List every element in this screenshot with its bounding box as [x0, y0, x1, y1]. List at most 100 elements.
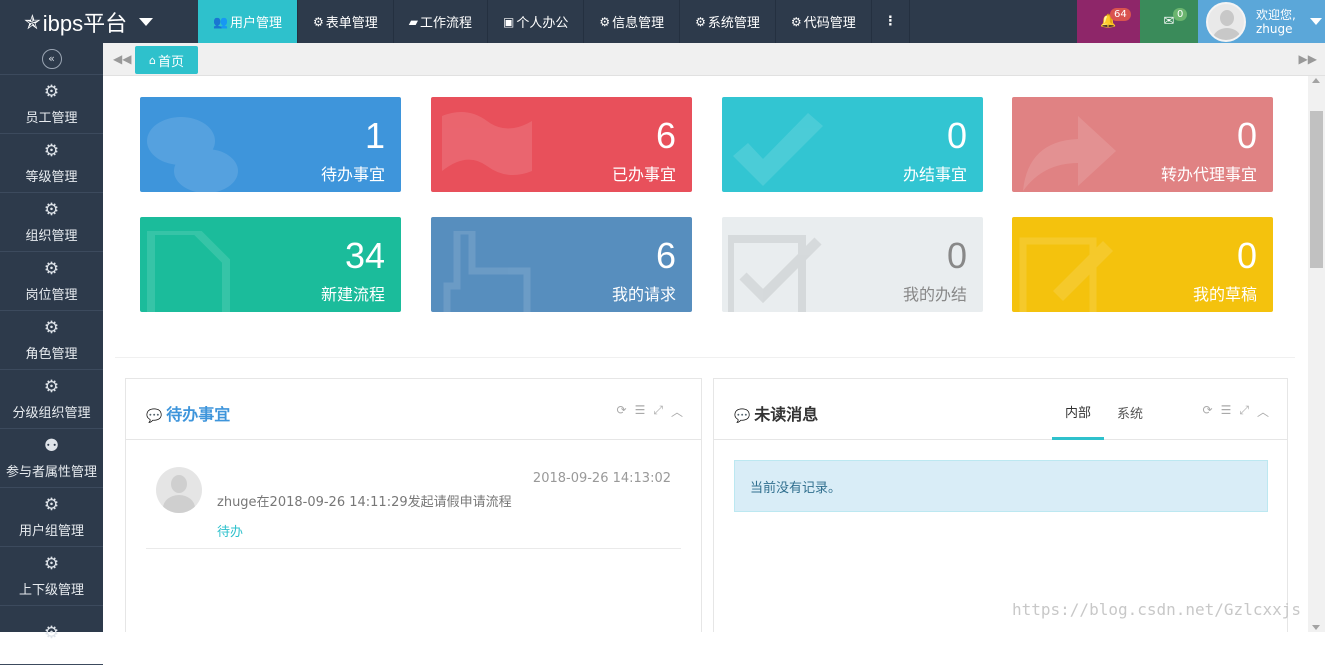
watermark: https://blog.csdn.net/Gzlcxxjs	[1012, 600, 1301, 619]
stat-card-drafts[interactable]: 0 我的草稿	[1012, 217, 1273, 312]
star-logo-icon: ✯	[24, 9, 41, 34]
stat-card-transfer[interactable]: 0 转办代理事宜	[1012, 97, 1273, 192]
sidebar-item-participant-attr[interactable]: ⚉ 参与者属性管理	[0, 429, 103, 488]
todo-time: 2018-09-26 14:13:02	[532, 471, 671, 486]
stat-value: 6	[655, 115, 676, 156]
nav-personal-office[interactable]: ▣ 个人办公	[488, 0, 585, 43]
nav-form-management[interactable]: ⚙ 表单管理	[298, 0, 394, 43]
todo-panel-title: 💬 待办事宜	[146, 405, 231, 424]
list-icon[interactable]: ☰	[635, 403, 646, 420]
sidebar-item-role[interactable]: ⚙ 角色管理	[0, 311, 103, 370]
stat-card-todo[interactable]: 1 待办事宜	[140, 97, 401, 192]
nav-code-management[interactable]: ⚙ 代码管理	[776, 0, 872, 43]
expand-icon[interactable]: ⤢	[653, 403, 663, 420]
user-menu[interactable]: 欢迎您, zhuge	[1198, 0, 1325, 43]
tab-internal[interactable]: 内部	[1052, 379, 1105, 440]
sidebar: « ⚙ 员工管理 ⚙ 等级管理 ⚙ 组织管理 ⚙ 岗位管理 ⚙ 角色管理 ⚙ 分…	[0, 43, 103, 665]
gear-icon: ⚙	[43, 622, 60, 643]
collapse-icon[interactable]: ︿	[1257, 403, 1269, 420]
stat-card-my-requests[interactable]: 6 我的请求	[431, 217, 692, 312]
sidebar-collapse-button[interactable]: «	[0, 43, 103, 75]
share-arrow-icon	[1023, 116, 1116, 191]
stat-label: 已办事宜	[611, 165, 676, 184]
gear-icon: ⚙	[43, 200, 60, 220]
sidebar-item-employee[interactable]: ⚙ 员工管理	[0, 75, 103, 134]
android-icon: ⚉	[43, 436, 60, 456]
chevron-down-icon	[1309, 18, 1322, 25]
brand-name: ibps平台	[42, 10, 128, 36]
nav-info-management[interactable]: ⚙ 信息管理	[584, 0, 681, 43]
stat-card-new-process[interactable]: 34 新建流程	[140, 217, 401, 312]
stat-card-my-completed[interactable]: 0 我的办结	[722, 217, 983, 312]
stat-card-completed[interactable]: 0 办结事宜	[722, 97, 983, 192]
tab-scroll-left-icon[interactable]: ◀◀	[113, 52, 131, 66]
sidebar-item-org[interactable]: ⚙ 组织管理	[0, 193, 103, 252]
double-chevron-left-icon: «	[41, 48, 62, 69]
list-item[interactable]: 2018-09-26 14:13:02 zhuge在2018-09-26 14:…	[146, 449, 681, 549]
gear-icon: ⚙	[43, 259, 60, 279]
nav-workflow[interactable]: ▰ 工作流程	[394, 0, 488, 43]
comments-icon: 💬	[146, 409, 163, 424]
stat-label: 转办代理事宜	[1160, 165, 1257, 184]
stat-label: 我的请求	[611, 285, 676, 304]
gear-icon: ⚙	[43, 82, 60, 102]
todo-status-link[interactable]: 待办	[217, 521, 243, 540]
stat-label: 新建流程	[320, 285, 385, 304]
collapse-icon[interactable]: ︿	[671, 403, 683, 420]
home-icon: ⌂	[149, 53, 156, 67]
edit-icon	[1019, 237, 1113, 312]
sidebar-item-hierarchy[interactable]: ⚙ 上下级管理	[0, 547, 103, 606]
refresh-icon[interactable]: ⟳	[617, 403, 627, 420]
message-panel-header: 💬 未读消息 内部 系统 ⟳ ☰ ⤢ ︿	[714, 379, 1287, 440]
scroll-down-icon[interactable]	[1312, 625, 1320, 630]
nav-user-management[interactable]: 👥 用户管理	[198, 0, 298, 43]
messages-badge: 0	[1173, 8, 1188, 21]
message-panel: 💬 未读消息 内部 系统 ⟳ ☰ ⤢ ︿ 当前没有记录。	[713, 378, 1288, 632]
gear-icon: ⚙	[43, 495, 60, 515]
hand-pointer-icon	[443, 231, 531, 312]
sidebar-item-graded-org[interactable]: ⚙ 分级组织管理	[0, 370, 103, 429]
refresh-icon[interactable]: ⟳	[1203, 403, 1213, 420]
users-icon: 👥	[213, 14, 228, 29]
expand-icon[interactable]: ⤢	[1239, 403, 1249, 420]
empty-notice: 当前没有记录。	[734, 460, 1268, 512]
gear-icon: ⚙	[43, 141, 60, 161]
brand[interactable]: ✯ ibps平台	[0, 0, 185, 43]
nav-more-button[interactable]: ⋮	[872, 0, 910, 43]
briefcase-icon: ▣	[503, 14, 515, 29]
header-actions: 🔔 64 ✉ 0 欢迎您, zhuge	[1077, 0, 1325, 43]
gear-icon: ⚙	[312, 14, 324, 29]
stat-label: 待办事宜	[320, 165, 385, 184]
sidebar-item-position[interactable]: ⚙ 岗位管理	[0, 252, 103, 311]
gear-icon: ⚙	[43, 554, 60, 574]
todo-text[interactable]: zhuge在2018-09-26 14:11:29发起请假申请流程	[217, 491, 512, 510]
flow-icon: ▰	[408, 14, 418, 29]
stat-value: 0	[946, 115, 967, 156]
sidebar-item-level[interactable]: ⚙ 等级管理	[0, 134, 103, 193]
sidebar-item-more[interactable]: ⚙	[0, 606, 103, 665]
check-icon	[733, 113, 823, 186]
messages-button[interactable]: ✉ 0	[1140, 0, 1198, 43]
list-icon[interactable]: ☰	[1221, 403, 1232, 420]
notifications-button[interactable]: 🔔 64	[1077, 0, 1140, 43]
gear-icon: ⚙	[43, 318, 60, 338]
sidebar-item-user-group[interactable]: ⚙ 用户组管理	[0, 488, 103, 547]
stat-card-done[interactable]: 6 已办事宜	[431, 97, 692, 192]
todo-panel-header: 💬 待办事宜 ⟳ ☰ ⤢ ︿	[126, 379, 701, 440]
stat-value: 6	[655, 235, 676, 276]
stat-value: 0	[1236, 115, 1257, 156]
nav-system-management[interactable]: ⚙ 系统管理	[680, 0, 776, 43]
chevron-down-icon[interactable]	[139, 17, 154, 26]
avatar	[156, 467, 202, 513]
tab-scroll-right-icon[interactable]: ▶▶	[1299, 52, 1317, 66]
tab-home[interactable]: ⌂ 首页	[135, 46, 198, 74]
welcome-text: 欢迎您, zhuge	[1256, 7, 1296, 36]
scroll-thumb[interactable]	[1310, 111, 1323, 268]
tab-system[interactable]: 系统	[1104, 379, 1156, 440]
stat-value: 1	[364, 115, 385, 156]
scroll-up-icon[interactable]	[1312, 78, 1320, 83]
dashboard-content: 1 待办事宜 6 已办事宜 0 办结事宜 0 转办代理事宜 34 新建流程 6 …	[103, 76, 1308, 632]
page-scrollbar[interactable]	[1308, 76, 1325, 632]
divider	[115, 357, 1295, 358]
tab-bar: ◀◀ ⌂ 首页 ▶▶	[103, 43, 1325, 76]
